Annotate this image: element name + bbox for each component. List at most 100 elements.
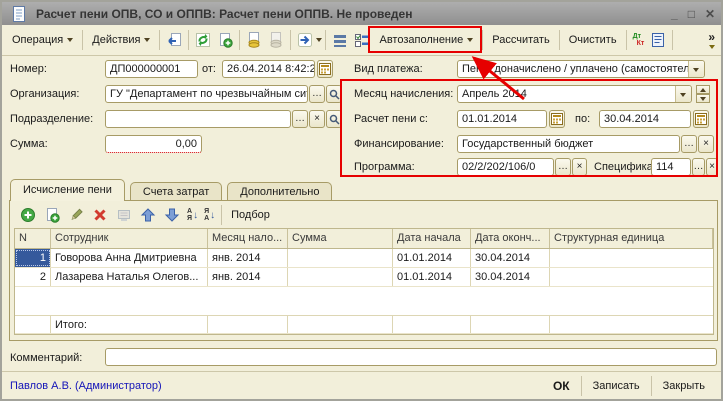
date-from-cell[interactable]: 01.01.2014	[393, 268, 471, 286]
calendar-button[interactable]	[317, 60, 333, 78]
date-from-cell[interactable]: 01.01.2014	[393, 249, 471, 267]
column-header-employee[interactable]: Сотрудник	[51, 229, 208, 248]
tab-penalty-calculation[interactable]: Исчисление пени	[10, 179, 125, 201]
calendar-button[interactable]	[693, 110, 709, 128]
autofill-button[interactable]: Автозаполнение	[373, 31, 479, 49]
table-row[interactable]: 1 Говорова Анна Дмитриевна янв. 2014 01.…	[15, 249, 713, 268]
calendar-button[interactable]	[549, 110, 565, 128]
toolbar-separator	[325, 30, 326, 50]
close-button[interactable]: ✕	[705, 8, 715, 20]
sum-cell[interactable]	[288, 268, 393, 286]
search-icon[interactable]	[326, 85, 342, 103]
unit-cell[interactable]	[550, 268, 713, 286]
statusbar-separator	[651, 376, 652, 396]
payment-type-select[interactable]: Пени: доначислено / уплачено (самостояте…	[457, 60, 705, 78]
chevron-down-icon	[467, 38, 473, 42]
penalty-to-field[interactable]: 30.04.2014	[599, 110, 691, 128]
toolbar-separator	[559, 30, 560, 50]
report-icon[interactable]	[650, 32, 666, 48]
delete-row-icon[interactable]	[92, 207, 108, 223]
column-header-month[interactable]: Месяц нало...	[208, 229, 288, 248]
ellipsis-button[interactable]: …	[309, 85, 325, 103]
month-spinner[interactable]	[696, 85, 710, 103]
edit-row-icon[interactable]	[68, 207, 84, 223]
month-cell[interactable]: янв. 2014	[208, 249, 288, 267]
column-header-sum[interactable]: Сумма	[288, 229, 393, 248]
accrual-month-select[interactable]: Апрель 2014	[457, 85, 692, 103]
current-user-link[interactable]: Павлов А.В. (Администратор)	[10, 380, 545, 392]
employees-table: N Сотрудник Месяц нало... Сумма Дата нач…	[14, 228, 714, 335]
month-cell[interactable]: янв. 2014	[208, 268, 288, 286]
amount-field[interactable]: 0,00	[105, 135, 202, 153]
clear-field-button[interactable]: ×	[698, 135, 714, 153]
close-form-button[interactable]: Закрыть	[655, 378, 713, 394]
unpost-document-icon[interactable]	[268, 32, 284, 48]
clear-field-button[interactable]: ×	[572, 158, 587, 176]
tab-additional[interactable]: Дополнительно	[227, 182, 332, 201]
toolbar-overflow-button[interactable]: »	[708, 32, 715, 49]
ellipsis-button[interactable]: …	[692, 158, 705, 176]
department-field[interactable]	[105, 110, 291, 128]
program-field[interactable]: 02/2/202/106/0	[457, 158, 554, 176]
clear-field-button[interactable]: ×	[309, 110, 325, 128]
ok-button[interactable]: ОК	[545, 377, 578, 395]
checkbox-list-icon[interactable]	[354, 32, 370, 48]
column-header-n[interactable]: N	[15, 229, 51, 248]
column-header-date-to[interactable]: Дата оконч...	[471, 229, 550, 248]
row-number-cell[interactable]: 1	[15, 249, 51, 267]
spin-up-icon[interactable]	[696, 85, 710, 94]
operation-menu-button[interactable]: Операция	[6, 31, 79, 49]
copy-add-icon[interactable]	[217, 32, 233, 48]
minimize-button[interactable]: _	[671, 8, 678, 20]
chevron-down-icon[interactable]	[316, 38, 322, 42]
column-header-date-from[interactable]: Дата начала	[393, 229, 471, 248]
total-label: Итого:	[51, 316, 208, 333]
ellipsis-button[interactable]: …	[555, 158, 571, 176]
maximize-button[interactable]: □	[688, 8, 695, 20]
refresh-icon[interactable]	[195, 32, 211, 48]
move-down-icon[interactable]	[164, 207, 180, 223]
total-row: Итого:	[15, 315, 713, 334]
reread-icon[interactable]	[166, 32, 182, 48]
number-field[interactable]: ДП000000001	[105, 60, 198, 78]
penalty-from-label: Расчет пени с:	[354, 110, 428, 128]
debit-credit-icon[interactable]: Дт Кт	[633, 33, 645, 47]
specifics-field[interactable]: 114	[651, 158, 691, 176]
employee-cell[interactable]: Говорова Анна Дмитриевна	[51, 249, 208, 267]
date-to-cell[interactable]: 30.04.2014	[471, 249, 550, 267]
column-header-unit[interactable]: Структурная единица	[550, 229, 713, 248]
organization-field[interactable]: ГУ "Департамент по чрезвычайным сит	[105, 85, 308, 103]
row-number-cell[interactable]: 2	[15, 268, 51, 286]
unit-cell[interactable]	[550, 249, 713, 267]
department-label: Подразделение:	[10, 110, 93, 128]
add-row-icon[interactable]	[20, 207, 36, 223]
financing-field[interactable]: Государственный бюджет	[457, 135, 680, 153]
copy-row-icon[interactable]	[44, 207, 60, 223]
clear-field-button[interactable]: ×	[706, 158, 718, 176]
ellipsis-button[interactable]: …	[292, 110, 308, 128]
table-header: N Сотрудник Месяц нало... Сумма Дата нач…	[15, 229, 713, 249]
search-icon[interactable]	[326, 110, 342, 128]
move-up-icon[interactable]	[140, 207, 156, 223]
amount-label: Сумма:	[10, 135, 48, 153]
sort-descending-icon[interactable]: ЯА ↓	[204, 208, 215, 222]
spin-down-icon[interactable]	[696, 94, 710, 103]
pick-button[interactable]: Подбор	[225, 206, 276, 224]
date-to-cell[interactable]: 30.04.2014	[471, 268, 550, 286]
actions-menu-button[interactable]: Действия	[86, 31, 156, 49]
sum-cell[interactable]	[288, 249, 393, 267]
list-structure-icon[interactable]	[332, 32, 348, 48]
sort-ascending-icon[interactable]: АЯ ↓	[187, 208, 198, 222]
post-document-icon[interactable]	[246, 32, 262, 48]
employee-cell[interactable]: Лазарева Наталья Олегов...	[51, 268, 208, 286]
goto-icon[interactable]	[297, 32, 313, 48]
comment-input[interactable]	[105, 348, 717, 366]
calculate-button[interactable]: Рассчитать	[486, 31, 555, 49]
ellipsis-button[interactable]: …	[681, 135, 697, 153]
document-date-field[interactable]: 26.04.2014 8:42:24	[222, 60, 315, 78]
table-row[interactable]: 2 Лазарева Наталья Олегов... янв. 2014 0…	[15, 268, 713, 287]
save-button[interactable]: Записать	[585, 378, 648, 394]
tab-cost-accounts[interactable]: Счета затрат	[130, 182, 222, 201]
clear-button[interactable]: Очистить	[563, 31, 623, 49]
penalty-from-field[interactable]: 01.01.2014	[457, 110, 547, 128]
